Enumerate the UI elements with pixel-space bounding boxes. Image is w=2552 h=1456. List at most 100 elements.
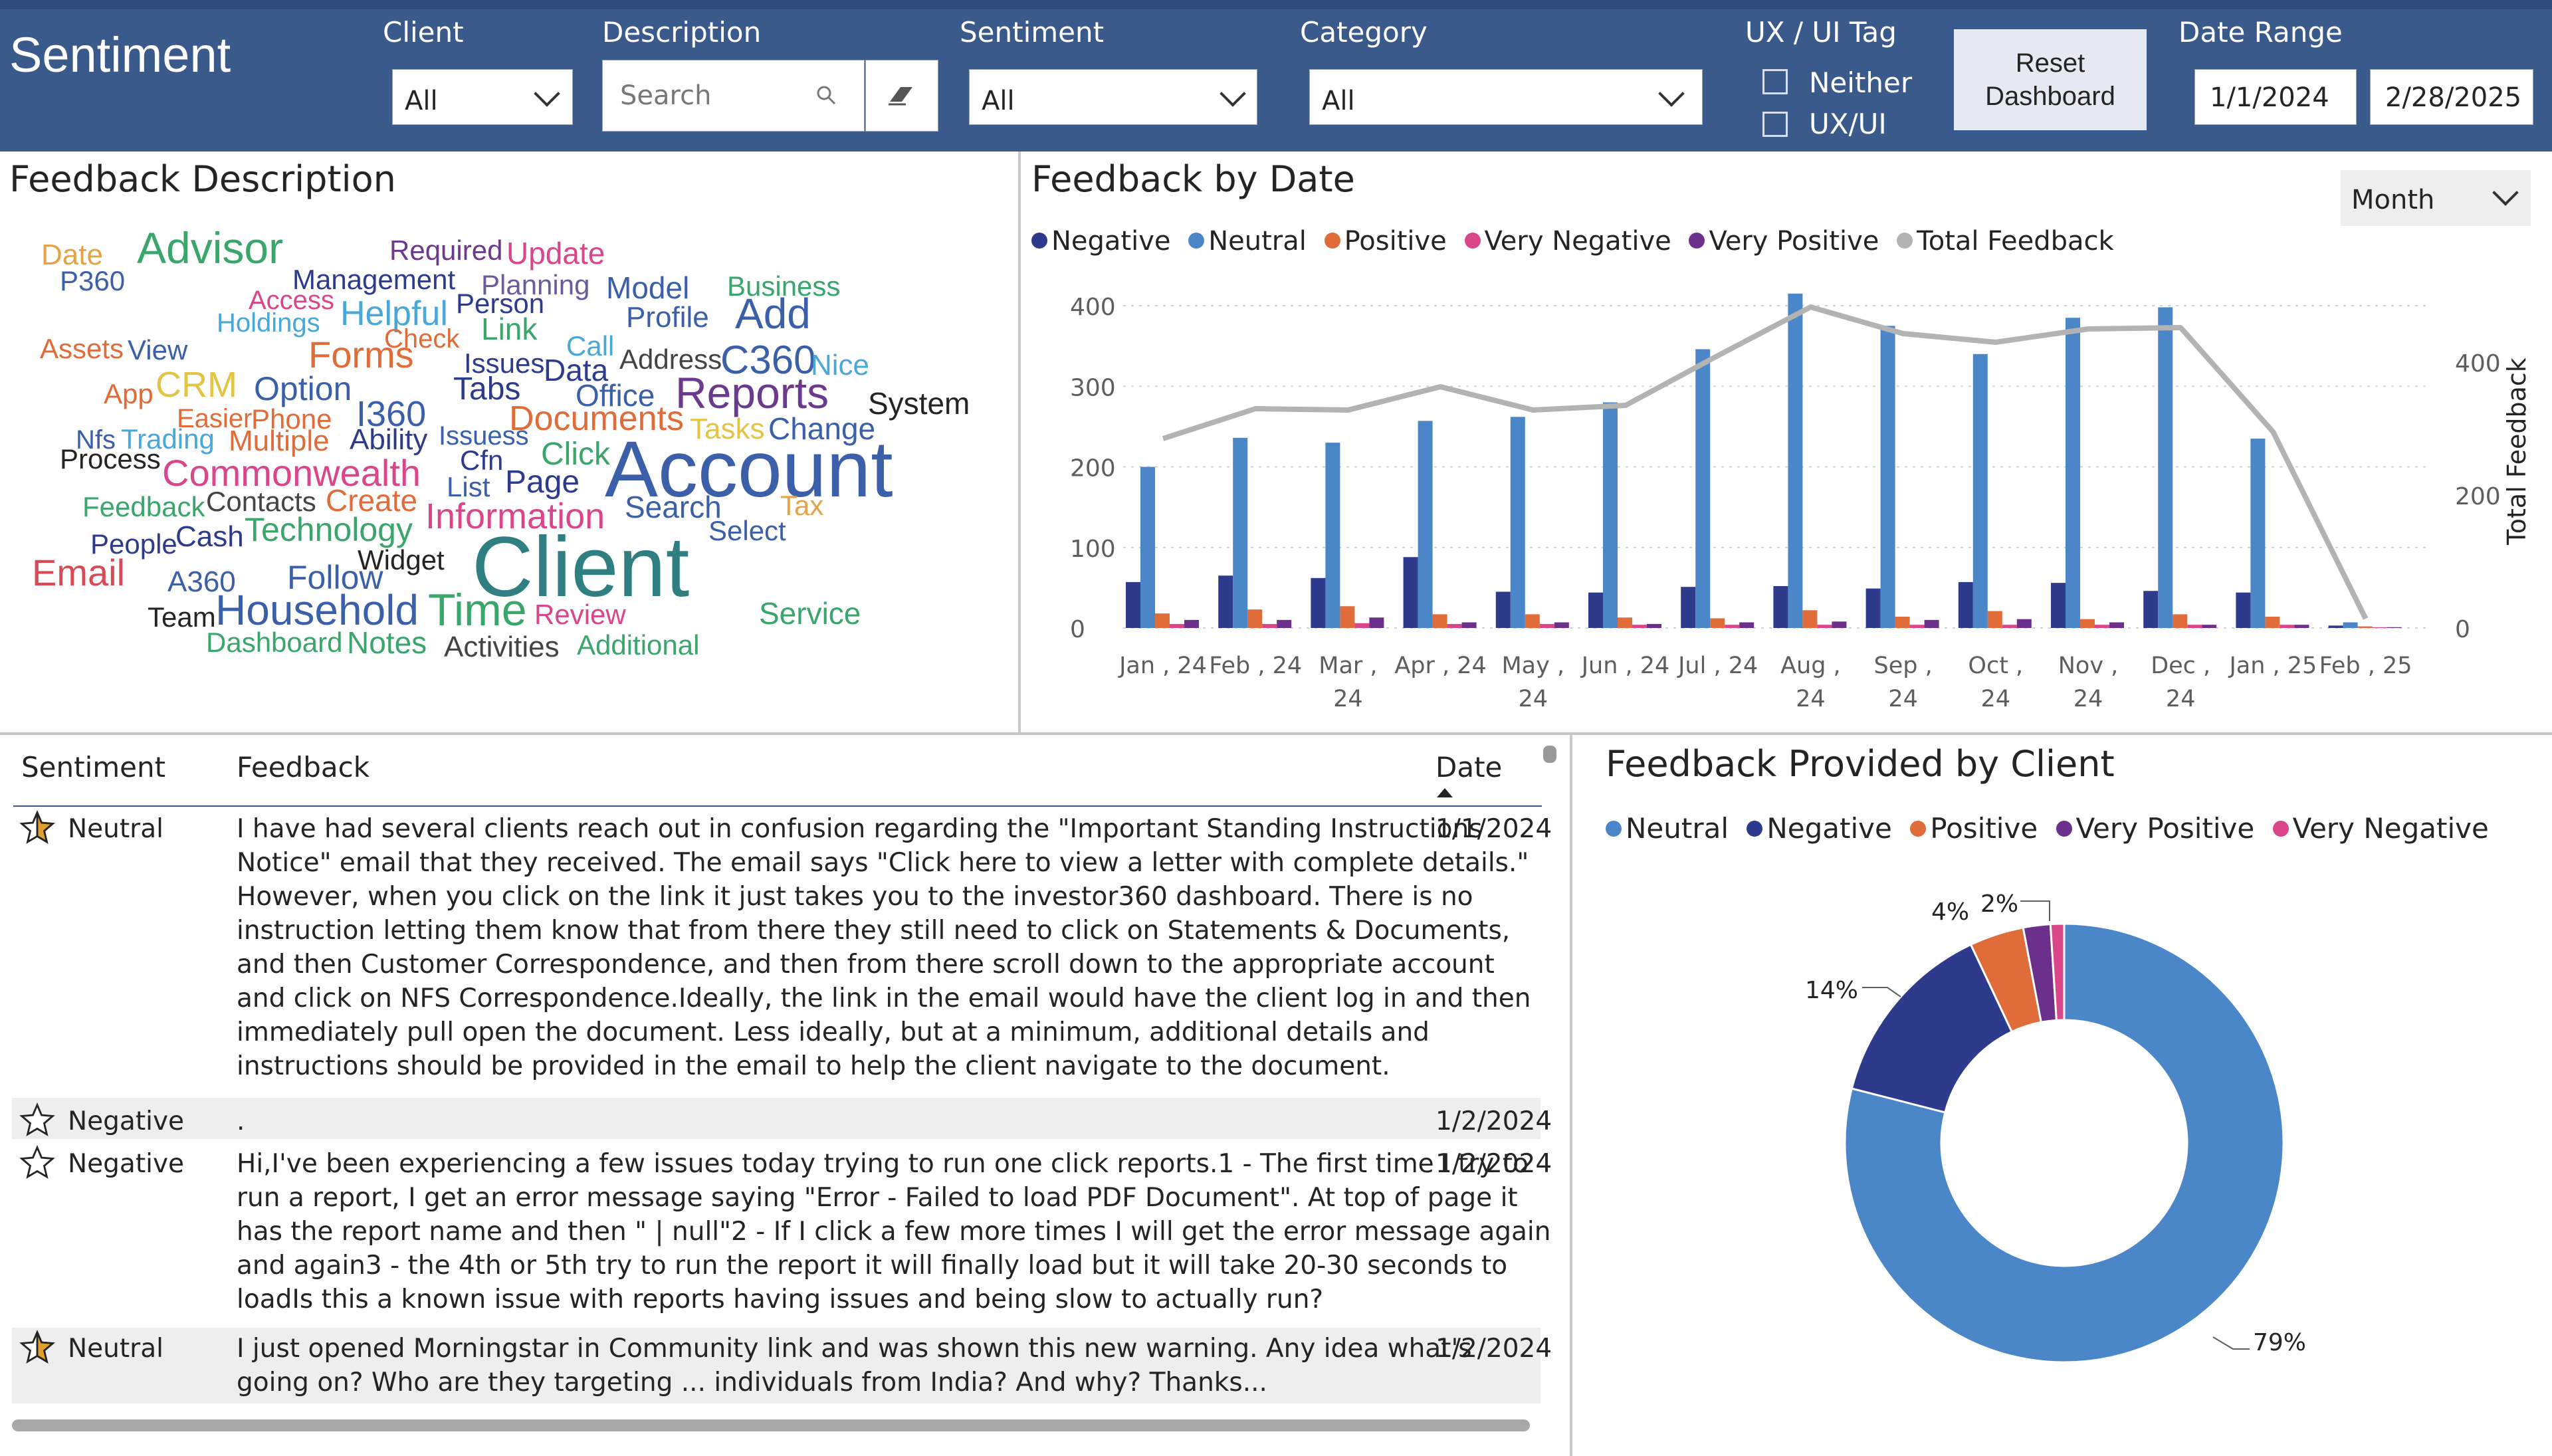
bar-positive [2173, 614, 2188, 628]
word[interactable]: Email [32, 554, 125, 591]
feedback-line: loadIs this a known issue with reports h… [237, 1285, 1324, 1314]
word[interactable]: Reports [675, 371, 829, 415]
word[interactable]: App [104, 380, 154, 408]
feedback-line: Notice" email that they received. The em… [237, 848, 1529, 878]
neither-checkbox[interactable] [1762, 69, 1788, 94]
data-label: 2% [1980, 890, 2018, 918]
word[interactable]: Link [481, 314, 537, 344]
word[interactable]: Required [389, 237, 502, 264]
word[interactable]: Page [505, 467, 580, 498]
word[interactable]: P360 [60, 267, 125, 295]
word[interactable]: Additional [577, 631, 699, 659]
granularity-value: Month [2351, 185, 2435, 215]
sentiment-filter-label: Sentiment [960, 16, 1105, 49]
word[interactable]: Dashboard [206, 629, 342, 657]
bar-negative [1865, 588, 1881, 628]
word[interactable]: Activities [444, 633, 560, 662]
legend-item-negative[interactable]: Negative [1031, 226, 1171, 257]
clear-search-button[interactable] [865, 60, 938, 132]
category-dropdown[interactable]: All [1309, 69, 1703, 125]
word[interactable]: Cfn [460, 447, 503, 474]
sentiment-dropdown[interactable]: All [969, 69, 1257, 125]
search-icon [817, 86, 836, 105]
word[interactable]: Select [708, 517, 786, 545]
bar-negative [1588, 592, 1603, 628]
bar-very-positive [1739, 622, 1754, 628]
uxui-checkbox[interactable] [1762, 112, 1788, 137]
bar-positive [2357, 626, 2373, 628]
word[interactable]: Process [60, 445, 161, 473]
feedback-line: going on? Who are they targeting ... ind… [237, 1368, 1267, 1398]
word[interactable]: Technology [245, 513, 413, 546]
legend-item-very-negative[interactable]: Very Negative [1464, 226, 1671, 257]
legend-item-neutral[interactable]: Neutral [1606, 812, 1729, 845]
legend-dot-neutral [1606, 820, 1622, 837]
date-start-input[interactable]: 1/1/2024 [2194, 69, 2357, 125]
x-tick-label: Apr , 24 [1394, 653, 1486, 679]
y-tick-label: 0 [1070, 616, 1085, 643]
legend-item-positive[interactable]: Positive [1324, 226, 1447, 257]
word[interactable]: Forms [308, 336, 414, 373]
bar-very-negative [1539, 623, 1554, 628]
word[interactable]: Review [534, 601, 626, 629]
legend-label-negative: Negative [1766, 812, 1892, 845]
word[interactable]: Cash [175, 522, 244, 552]
category-dropdown-value: All [1322, 86, 1355, 116]
data-label-leader [2020, 900, 2050, 921]
reset-dashboard-button[interactable]: Reset Dashboard [1954, 29, 2147, 130]
legend-item-very-positive[interactable]: Very Positive [1689, 226, 1879, 257]
bar-negative [1681, 587, 1696, 628]
legend-item-total-feedback[interactable]: Total Feedback [1897, 226, 2114, 257]
word[interactable]: CRM [156, 367, 237, 403]
legend-item-positive[interactable]: Positive [1910, 812, 2038, 845]
bar-neutral [1695, 349, 1711, 628]
table-horizontal-scrollbar[interactable] [12, 1419, 1530, 1431]
col-header-sentiment[interactable]: Sentiment [21, 751, 165, 783]
table-scroll-indicator[interactable] [1543, 746, 1556, 763]
date-end-input[interactable]: 2/28/2025 [2370, 69, 2533, 125]
feedback-line: instruction letting them know that from … [237, 916, 1511, 946]
word[interactable]: Assets [40, 335, 124, 363]
y-tick-label: 300 [1070, 374, 1116, 401]
word[interactable]: Service [759, 598, 861, 629]
legend-item-neutral[interactable]: Neutral [1188, 226, 1307, 257]
legend-dot-very-negative [2272, 820, 2289, 837]
word[interactable]: Advisor [137, 226, 283, 270]
word[interactable]: Holdings [217, 310, 320, 336]
feedback-line: immediately pull open the document. Less… [237, 1017, 1430, 1047]
legend-item-very-negative[interactable]: Very Negative [2272, 812, 2489, 845]
description-filter-label: Description [602, 16, 762, 49]
word[interactable]: Tax [780, 492, 823, 520]
word[interactable]: Ability [350, 425, 427, 455]
bar-very-positive [1277, 619, 1292, 628]
word[interactable]: Time [428, 587, 527, 633]
legend-dot-total-feedback [1897, 233, 1913, 249]
sentiment-cell: Neutral [68, 1334, 163, 1364]
feedback-line: I just opened Morningstar in Community l… [237, 1334, 1472, 1364]
bar-very-negative [2372, 627, 2387, 628]
bar-neutral [1233, 437, 1248, 628]
word[interactable]: Search [625, 492, 722, 522]
bar-very-positive [1461, 622, 1477, 628]
word[interactable]: Option [254, 372, 352, 405]
y2-axis-label: Total Feedback [2502, 358, 2531, 546]
word[interactable]: System [868, 388, 970, 419]
legend-item-very-positive[interactable]: Very Positive [2056, 812, 2254, 845]
word[interactable]: View [128, 336, 187, 364]
word[interactable]: Model [606, 272, 689, 303]
bar-negative [2051, 583, 2066, 628]
word[interactable]: Notes [347, 627, 427, 658]
client-dropdown[interactable]: All [392, 69, 573, 125]
bar-positive [1895, 617, 1910, 628]
y2-tick-label: 200 [2455, 483, 2501, 510]
col-header-feedback[interactable]: Feedback [237, 751, 370, 783]
feedback-by-client-chart: 79% 14% 4% 2% [1805, 890, 2306, 1364]
word[interactable]: Add [735, 292, 811, 335]
col-header-date[interactable]: Date [1436, 751, 1502, 783]
granularity-dropdown[interactable]: Month [2341, 170, 2531, 226]
word[interactable]: Profile [626, 303, 709, 332]
legend-item-negative[interactable]: Negative [1747, 812, 1892, 845]
word[interactable]: Update [506, 238, 605, 268]
word[interactable]: Feedback [82, 493, 205, 521]
feedback-cell: I have had several clients reach out in … [237, 812, 1531, 1083]
